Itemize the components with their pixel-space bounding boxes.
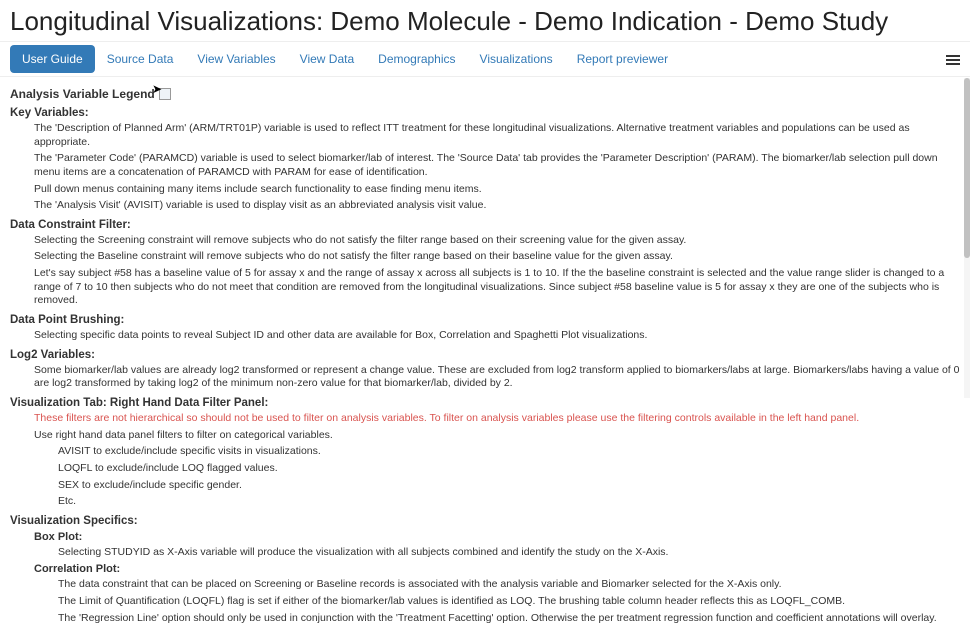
text-brushing-1: Selecting specific data points to reveal… <box>34 329 960 343</box>
tab-user-guide[interactable]: User Guide <box>10 45 95 73</box>
text-viz-p1: Use right hand data panel filters to fil… <box>34 429 960 443</box>
content-area: Analysis Variable Legend Key Variables: … <box>0 77 970 638</box>
heading-box-plot: Box Plot: <box>34 531 960 543</box>
tab-view-variables[interactable]: View Variables <box>185 42 287 76</box>
legend-expand-icon[interactable] <box>159 88 171 100</box>
text-viz-b3: SEX to exclude/include specific gender. <box>58 479 960 493</box>
tab-view-data[interactable]: View Data <box>288 42 366 76</box>
heading-log2: Log2 Variables: <box>10 349 960 361</box>
page-title: Longitudinal Visualizations: Demo Molecu… <box>0 0 970 41</box>
tab-bar: User Guide Source Data View Variables Vi… <box>0 41 970 77</box>
text-corr-3: The 'Regression Line' option should only… <box>58 612 960 626</box>
text-key-vars-3: Pull down menus containing many items in… <box>34 183 960 197</box>
tab-report-previewer[interactable]: Report previewer <box>565 42 680 76</box>
legend-heading: Analysis Variable Legend <box>10 87 960 101</box>
heading-data-constraint: Data Constraint Filter: <box>10 219 960 231</box>
text-key-vars-2: The 'Parameter Code' (PARAMCD) variable … <box>34 152 960 179</box>
text-constraint-3: Let's say subject #58 has a baseline val… <box>34 267 960 308</box>
text-key-vars-1: The 'Description of Planned Arm' (ARM/TR… <box>34 122 960 149</box>
text-viz-warning: These filters are not hierarchical so sh… <box>34 412 960 426</box>
text-constraint-2: Selecting the Baseline constraint will r… <box>34 250 960 264</box>
text-constraint-1: Selecting the Screening constraint will … <box>34 234 960 248</box>
heading-brushing: Data Point Brushing: <box>10 314 960 326</box>
text-box-1: Selecting STUDYID as X-Axis variable wil… <box>58 546 960 560</box>
tab-source-data[interactable]: Source Data <box>95 42 186 76</box>
text-viz-b4: Etc. <box>58 495 960 509</box>
heading-viz-specifics: Visualization Specifics: <box>10 515 960 527</box>
text-viz-b1: AVISIT to exclude/include specific visit… <box>58 445 960 459</box>
legend-title-text: Analysis Variable Legend <box>10 87 155 101</box>
heading-key-variables: Key Variables: <box>10 107 960 119</box>
heading-correlation-plot: Correlation Plot: <box>34 563 960 575</box>
text-log2-1: Some biomarker/lab values are already lo… <box>34 364 960 391</box>
text-corr-2: The Limit of Quantification (LOQFL) flag… <box>58 595 960 609</box>
text-viz-b2: LOQFL to exclude/include LOQ flagged val… <box>58 462 960 476</box>
hamburger-icon[interactable] <box>946 53 960 65</box>
tab-demographics[interactable]: Demographics <box>366 42 467 76</box>
text-key-vars-4: The 'Analysis Visit' (AVISIT) variable i… <box>34 199 960 213</box>
tab-visualizations[interactable]: Visualizations <box>468 42 565 76</box>
scrollbar-thumb[interactable] <box>964 78 970 258</box>
text-corr-1: The data constraint that can be placed o… <box>58 578 960 592</box>
heading-viz-tab: Visualization Tab: Right Hand Data Filte… <box>10 397 960 409</box>
